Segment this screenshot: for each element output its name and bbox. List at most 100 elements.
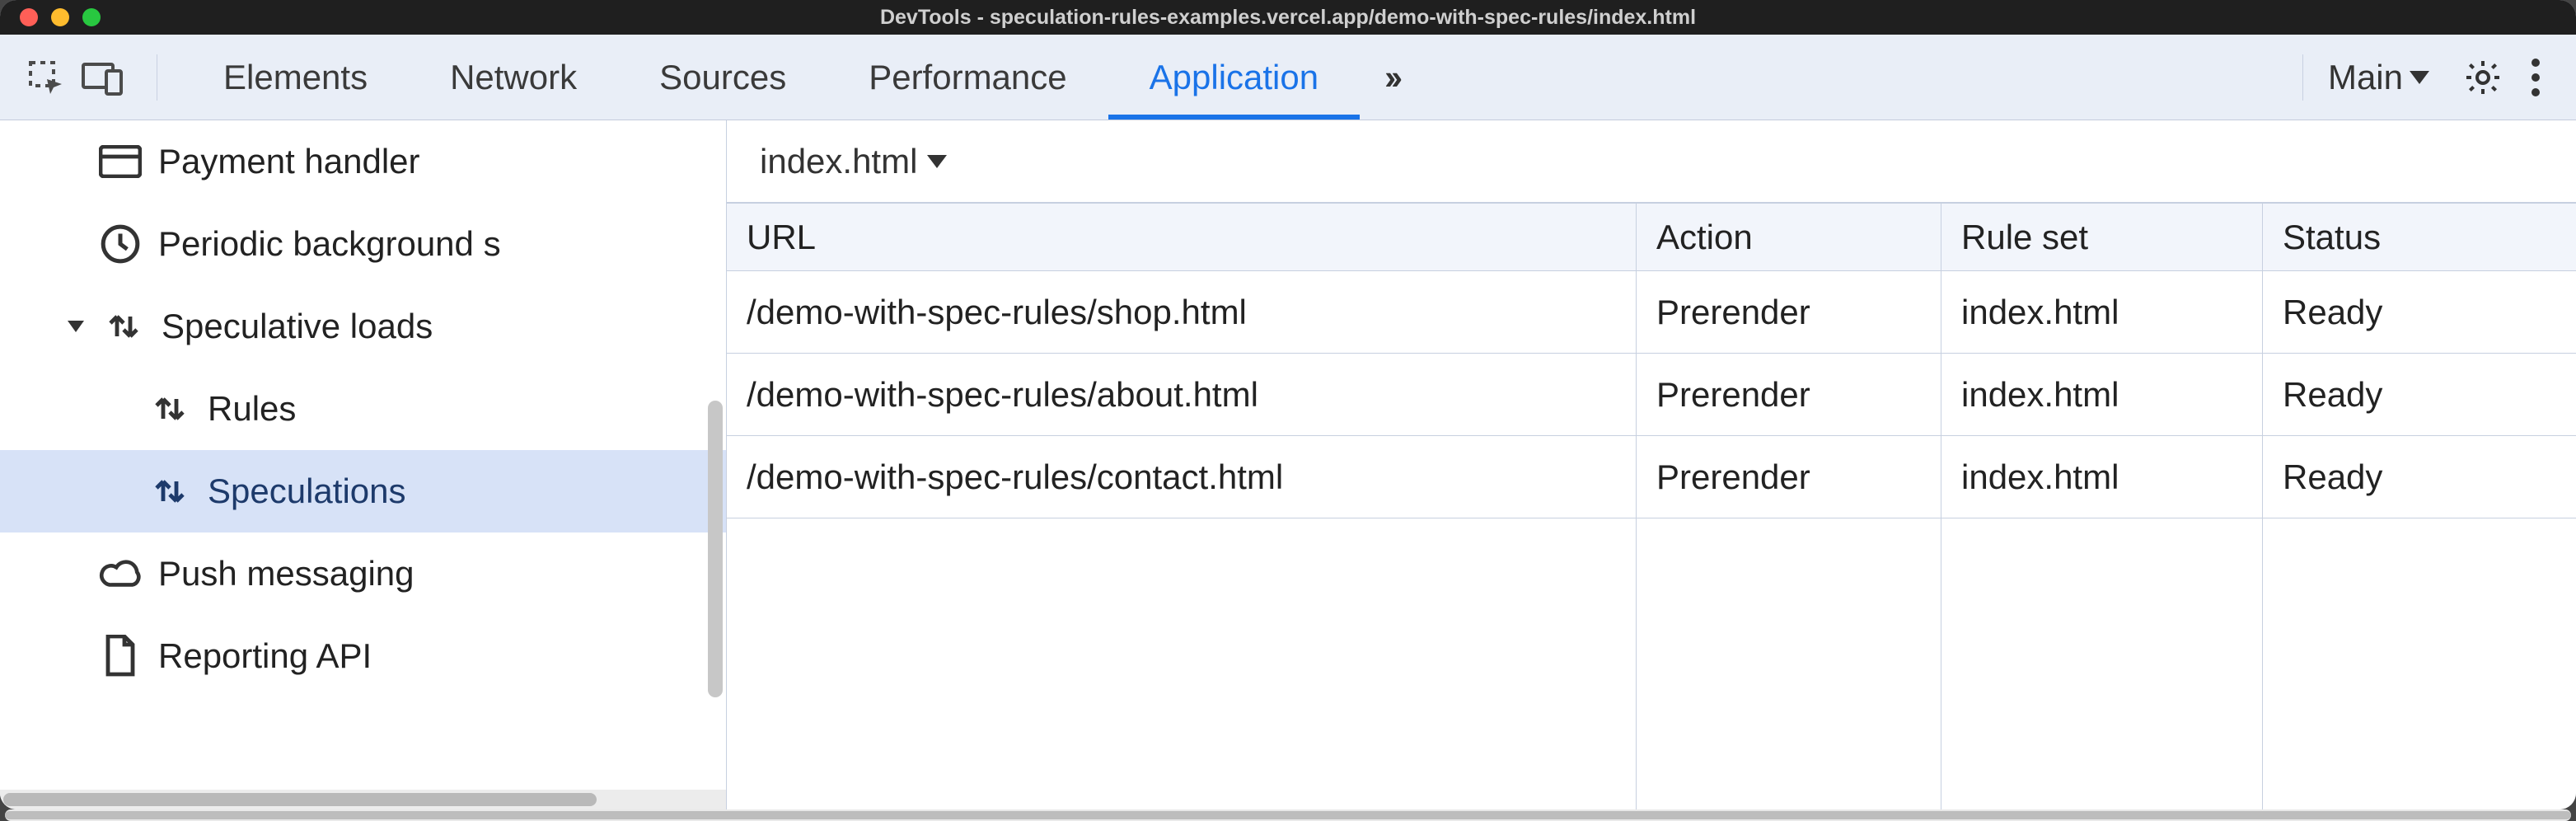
table-empty-area [727,518,2576,809]
expand-toggle[interactable] [66,321,86,332]
sidebar-item-payment-handler[interactable]: Payment handler [0,120,726,203]
sidebar-item-label: Payment handler [158,142,420,181]
cell-text: index.html [1961,293,2119,332]
column-label: URL [747,218,816,257]
sidebar-item-label: Push messaging [158,554,415,593]
scrollbar-thumb[interactable] [3,793,597,806]
cell-ruleset: index.html [1941,271,2263,353]
cell-text: /demo-with-spec-rules/contact.html [747,457,1283,497]
column-header-action[interactable]: Action [1637,204,1941,270]
chevron-down-icon [68,321,84,332]
cell-status: Ready [2263,271,2576,353]
tab-application[interactable]: Application [1108,35,1360,120]
gear-icon [2463,58,2503,97]
swap-arrows-icon [102,305,145,348]
document-icon [99,635,142,678]
minimize-window-button[interactable] [51,8,69,26]
target-label: Main [2328,58,2403,97]
scrollbar-thumb[interactable] [708,401,723,697]
panel-tabs: Elements Network Sources Performance App… [182,35,1360,120]
traffic-lights [0,8,101,26]
cell-ruleset: index.html [1941,354,2263,435]
sidebar-vertical-scrollbar[interactable] [703,120,726,790]
sidebar-item-label: Speculations [208,471,406,511]
close-window-button[interactable] [20,8,38,26]
cell-text: Ready [2283,457,2382,497]
column-header-url[interactable]: URL [727,204,1637,270]
toolbar-separator [2302,54,2303,101]
tab-performance[interactable]: Performance [827,35,1108,120]
maximize-window-button[interactable] [82,8,101,26]
cell-text: Ready [2283,293,2382,332]
cell-text: Prerender [1656,375,1810,415]
cell-text: index.html [1961,457,2119,497]
cell-status: Ready [2263,354,2576,435]
more-tabs-button[interactable]: ›› [1360,58,1422,97]
sidebar-item-rules[interactable]: Rules [0,368,726,450]
scrollbar-thumb[interactable] [5,811,2571,819]
sidebar-item-label: Speculative loads [162,307,433,346]
sidebar-item-push-messaging[interactable]: Push messaging [0,532,726,615]
cell-url: /demo-with-spec-rules/contact.html [727,436,1637,518]
cell-url: /demo-with-spec-rules/about.html [727,354,1637,435]
sidebar-horizontal-scrollbar[interactable] [0,790,726,809]
cell-text: /demo-with-spec-rules/shop.html [747,293,1247,332]
column-label: Rule set [1961,218,2088,257]
window-titlebar: DevTools - speculation-rules-examples.ve… [0,0,2576,35]
ruleset-label: index.html [760,142,917,181]
tab-network[interactable]: Network [409,35,618,120]
cell-text: index.html [1961,375,2119,415]
cell-status: Ready [2263,436,2576,518]
sidebar-item-speculative-loads[interactable]: Speculative loads [0,285,726,368]
inspect-element-icon[interactable] [16,49,74,106]
devtools-window: DevTools - speculation-rules-examples.ve… [0,0,2576,809]
cell-text: /demo-with-spec-rules/about.html [747,375,1258,415]
table-header-row: URL Action Rule set Status [727,204,2576,271]
sidebar-item-label: Periodic background s [158,224,501,264]
table-row[interactable]: /demo-with-spec-rules/shop.html Prerende… [727,271,2576,354]
column-label: Action [1656,218,1753,257]
tab-elements[interactable]: Elements [182,35,409,120]
page-horizontal-scrollbar[interactable] [5,809,2571,821]
sidebar-item-label: Rules [208,389,296,429]
application-sidebar: Payment handler Periodic background s Sp… [0,120,727,809]
cell-text: Prerender [1656,293,1810,332]
column-header-status[interactable]: Status [2263,204,2576,270]
clock-icon [99,223,142,265]
device-toolbar-icon[interactable] [74,49,132,106]
tab-label: Network [450,58,577,97]
sidebar-item-reporting-api[interactable]: Reporting API [0,615,726,697]
cell-action: Prerender [1637,271,1941,353]
cell-text: Ready [2283,375,2382,415]
chevron-down-icon [2410,71,2429,84]
panel-body: Payment handler Periodic background s Sp… [0,120,2576,809]
swap-arrows-icon [148,470,191,513]
tab-label: Application [1150,58,1318,97]
table-row[interactable]: /demo-with-spec-rules/contact.html Prere… [727,436,2576,518]
speculations-panel: index.html URL Action Rule set Status /d… [727,120,2576,809]
tab-label: Sources [659,58,786,97]
credit-card-icon [99,140,142,183]
cell-ruleset: index.html [1941,436,2263,518]
cell-url: /demo-with-spec-rules/shop.html [727,271,1637,353]
sidebar-item-label: Reporting API [158,636,372,676]
table-row[interactable]: /demo-with-spec-rules/about.html Prerend… [727,354,2576,436]
cell-action: Prerender [1637,436,1941,518]
more-options-button[interactable] [2512,59,2560,96]
tab-label: Elements [223,58,368,97]
settings-button[interactable] [2454,49,2512,106]
cell-action: Prerender [1637,354,1941,435]
window-title: DevTools - speculation-rules-examples.ve… [0,6,2576,30]
cloud-icon [99,552,142,595]
tab-sources[interactable]: Sources [618,35,827,120]
sidebar-item-speculations[interactable]: Speculations [0,450,726,532]
chevron-down-icon [927,155,947,168]
swap-arrows-icon [148,387,191,430]
speculations-table: URL Action Rule set Status /demo-with-sp… [727,203,2576,809]
ruleset-selector[interactable]: index.html [727,120,2576,203]
column-header-ruleset[interactable]: Rule set [1941,204,2263,270]
cell-text: Prerender [1656,457,1810,497]
sidebar-item-periodic-sync[interactable]: Periodic background s [0,203,726,285]
target-selector[interactable]: Main [2328,58,2429,97]
devtools-toolbar: Elements Network Sources Performance App… [0,35,2576,120]
